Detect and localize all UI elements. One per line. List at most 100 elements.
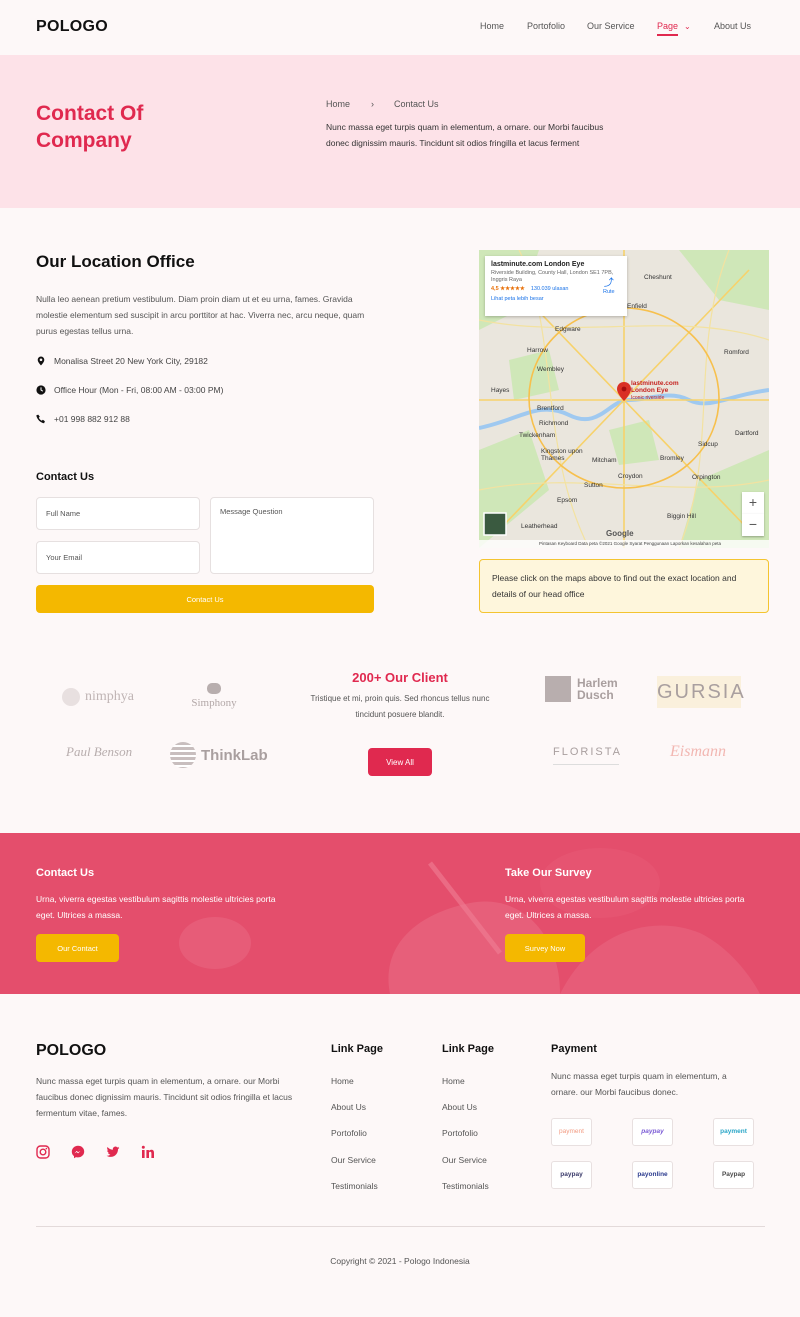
address-row: Monalisa Street 20 New York City, 29182: [36, 356, 208, 366]
map-label: Enfield: [627, 303, 647, 310]
hours-row: Office Hour (Mon - Fri, 08:00 AM - 03:00…: [36, 385, 223, 395]
copyright: Copyright © 2021 - Pologo Indonesia: [330, 1256, 470, 1266]
location-description: Nulla leo aenean pretium vestibulum. Dia…: [36, 294, 365, 336]
client-logo-text: Simphony: [191, 697, 237, 709]
nav-about-us[interactable]: About Us: [714, 21, 751, 31]
map-label: Edgware: [555, 326, 581, 333]
message-textarea[interactable]: [210, 497, 374, 574]
location-map[interactable]: lastminute.com London Eye Riverside Buil…: [479, 250, 769, 548]
map-pin-label: lastminute.com London Eye: [631, 380, 679, 394]
breadcrumb-home[interactable]: Home: [326, 99, 350, 109]
hero-description: Nunc massa eget turpis quam in elementum…: [326, 122, 604, 148]
footer-link-portfolio[interactable]: Portofolio: [442, 1128, 478, 1138]
nav-our-service[interactable]: Our Service: [587, 21, 635, 31]
footer-link-home[interactable]: Home: [442, 1076, 465, 1086]
map-zoom-out-button[interactable]: −: [742, 514, 764, 536]
footer-logo[interactable]: POLOGO: [36, 1042, 106, 1060]
nav-active-indicator: [657, 34, 678, 36]
phone-text: +01 998 882 912 88: [54, 414, 130, 424]
footer-link-our-service[interactable]: Our Service: [331, 1155, 376, 1165]
nav-home[interactable]: Home: [480, 21, 504, 31]
footer-links-title-2: Link Page: [442, 1043, 494, 1055]
map-zoom-in-button[interactable]: +: [742, 492, 764, 514]
phone-row: +01 998 882 912 88: [36, 414, 130, 424]
messenger-icon[interactable]: [71, 1145, 85, 1159]
email-input[interactable]: [36, 541, 200, 574]
map-label: Epsom: [557, 497, 578, 504]
banner-survey-text: Urna, viverra egestas vestibulum sagitti…: [505, 894, 745, 920]
map-label: Wembley: [537, 366, 564, 373]
contact-submit-button[interactable]: Contact Us: [36, 585, 374, 613]
view-all-button[interactable]: View All: [368, 748, 432, 776]
map-place-name: lastminute.com London Eye: [491, 261, 585, 268]
chevron-down-icon[interactable]: ⌄: [684, 22, 691, 31]
client-logo-nimphya: nimphya: [62, 688, 134, 706]
contact-form-title: Contact Us: [36, 471, 95, 483]
instagram-icon[interactable]: [36, 1145, 50, 1159]
payment-logo-paypap: Paypap: [713, 1161, 754, 1189]
map-label: Brentford: [537, 405, 564, 412]
map-label: Biggin Hill: [667, 513, 696, 520]
payment-description: Nunc massa eget turpis quam in elementum…: [551, 1071, 727, 1097]
client-logo-text: nimphya: [85, 689, 134, 704]
client-logo-gursia: GURSIA: [657, 676, 744, 708]
client-logo-eismann: Eismann: [670, 743, 726, 760]
map-label: Cheshunt: [644, 274, 672, 281]
logo[interactable]: POLOGO: [36, 18, 108, 36]
map-larger-link[interactable]: Lihat peta lebih besar: [491, 296, 621, 302]
map-label: Bromley: [660, 455, 684, 462]
footer-link-portfolio[interactable]: Portofolio: [331, 1128, 367, 1138]
map-label: Twickenham: [519, 432, 556, 439]
linkedin-icon[interactable]: [141, 1145, 155, 1159]
clock-icon: [36, 385, 46, 395]
client-logo-text: Harlem Dusch: [577, 676, 618, 702]
harlem-dusch-icon: [545, 676, 571, 702]
google-logo: Google: [606, 529, 634, 538]
directions-icon: ⤴: [603, 278, 614, 289]
map-label: Richmond: [539, 420, 569, 427]
footer-link-testimonials[interactable]: Testimonials: [331, 1181, 378, 1191]
phone-icon: [36, 414, 45, 424]
map-label: Orpington: [692, 474, 721, 481]
map-footer: Pintasan Keyboard Data peta ©2021 Google…: [479, 540, 769, 548]
client-logo-paul-benson: Paul Benson: [66, 744, 133, 759]
breadcrumb-current: Contact Us: [394, 99, 439, 109]
map-pin-sublabel: Iconic riverside: [631, 395, 665, 401]
map-label: Hayes: [491, 387, 510, 394]
breadcrumb-separator: ›: [371, 99, 374, 109]
header: POLOGO: [0, 0, 800, 55]
full-name-input[interactable]: [36, 497, 200, 530]
map-label: Dartford: [735, 430, 759, 437]
map-reviews-link[interactable]: 130.039 ulasan: [531, 286, 569, 292]
map-label: Romford: [724, 349, 749, 356]
nav-portfolio[interactable]: Portofolio: [527, 21, 565, 31]
map-label: Sidcup: [698, 441, 718, 448]
payment-logo-payonline: payonline: [632, 1161, 673, 1189]
map-note: Please click on the maps above to find o…: [479, 559, 769, 613]
twitter-icon[interactable]: [106, 1145, 120, 1159]
map-rating-value: 4,5 ★★★★★: [491, 286, 525, 292]
banner-contact-title: Contact Us: [36, 867, 95, 879]
footer-description: Nunc massa eget turpis quam in elementum…: [36, 1076, 293, 1118]
client-logo-harlem-dusch: Harlem Dusch: [545, 676, 633, 702]
footer-link-home[interactable]: Home: [331, 1076, 354, 1086]
map-label: Croydon: [618, 473, 643, 480]
nav-page[interactable]: Page: [657, 21, 678, 31]
footer-link-about-us[interactable]: About Us: [331, 1102, 366, 1112]
footer-link-testimonials[interactable]: Testimonials: [442, 1181, 489, 1191]
clients-description: Tristique et mi, proin quis. Sed rhoncus…: [310, 694, 490, 719]
footer-link-about-us[interactable]: About Us: [442, 1102, 477, 1112]
our-contact-button[interactable]: Our Contact: [36, 934, 119, 962]
footer-link-our-service[interactable]: Our Service: [442, 1155, 487, 1165]
survey-now-button[interactable]: Survey Now: [505, 934, 585, 962]
map-label: Harrow: [527, 347, 548, 354]
payment-logo-paypay: paypay: [632, 1118, 673, 1146]
location-title: Our Location Office: [36, 252, 195, 271]
address-text: Monalisa Street 20 New York City, 29182: [54, 356, 208, 366]
banner-survey-title: Take Our Survey: [505, 867, 592, 879]
payment-logo-paypay-2: paypay: [551, 1161, 592, 1189]
map-route-button[interactable]: ⤴ Rute: [603, 274, 615, 295]
hours-text: Office Hour (Mon - Fri, 08:00 AM - 03:00…: [54, 385, 224, 395]
nimphya-icon: [62, 688, 80, 706]
simphony-icon: [207, 683, 221, 694]
